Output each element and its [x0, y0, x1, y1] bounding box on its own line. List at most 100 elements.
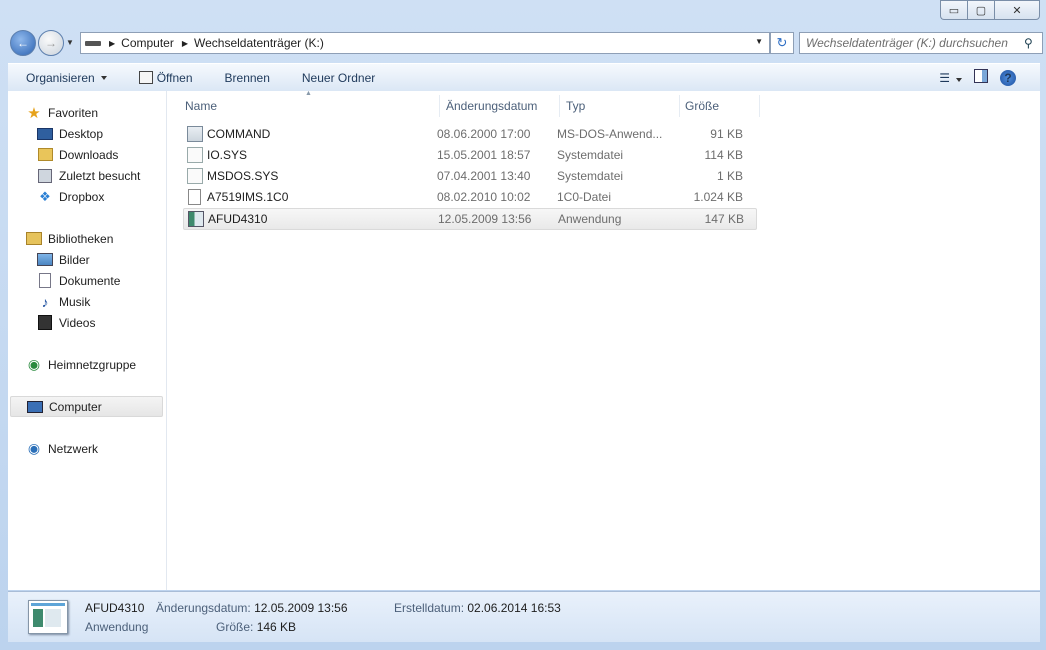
app-icon — [188, 211, 204, 227]
file-row-selected[interactable]: AFUD4310 12.05.2009 13:56 Anwendung 147 … — [183, 208, 757, 230]
minimize-button[interactable]: ▭ — [940, 0, 967, 20]
arrow-right-icon: → — [45, 36, 57, 50]
details-created: Erstelldatum: 02.06.2014 16:53 — [394, 601, 561, 615]
nav-label: Bibliotheken — [48, 231, 114, 246]
star-icon: ★ — [27, 104, 41, 122]
details-file-name: AFUD4310 — [85, 601, 145, 615]
close-button[interactable]: ✕ — [994, 0, 1040, 20]
computer-icon — [27, 399, 43, 415]
address-bar[interactable]: ▶ Computer ▶ Wechseldatenträger (K:) ▼ — [80, 32, 770, 54]
downloads-icon — [37, 147, 53, 163]
nav-homegroup[interactable]: ◉ Heimnetzgruppe — [26, 354, 136, 375]
file-name: IO.SYS — [207, 148, 248, 162]
search-input[interactable] — [800, 35, 1024, 51]
recent-pages-dropdown[interactable]: ▼ — [66, 38, 74, 47]
pictures-icon — [37, 252, 53, 268]
nav-label: Videos — [59, 315, 96, 330]
nav-label: Bilder — [59, 252, 90, 267]
chevron-right-icon[interactable]: ▶ — [109, 39, 115, 48]
nav-documents[interactable]: Dokumente — [37, 270, 120, 291]
nav-libraries[interactable]: Bibliotheken — [26, 228, 113, 249]
refresh-icon: ↻ — [776, 35, 788, 50]
open-label: Öffnen — [156, 70, 193, 85]
maximize-button[interactable]: ▢ — [967, 0, 994, 20]
nav-computer[interactable]: Computer — [10, 396, 163, 417]
details-modified-value: 12.05.2009 13:56 — [254, 601, 348, 615]
command-bar: Organisieren Öffnen Brennen Neuer Ordner… — [8, 63, 1040, 92]
nav-recent[interactable]: Zuletzt besucht — [37, 165, 140, 186]
file-name: A7519IMS.1C0 — [207, 190, 289, 204]
column-header-type[interactable]: Typ — [566, 95, 680, 117]
file-row[interactable]: IO.SYS 15.05.2001 18:57 Systemdatei 114 … — [183, 145, 755, 165]
column-header-name[interactable]: Name ▲ — [185, 90, 440, 117]
nav-downloads[interactable]: Downloads — [37, 144, 118, 165]
view-options-button[interactable]: ☰ — [939, 71, 962, 85]
file-date: 15.05.2001 18:57 — [437, 148, 531, 162]
preview-pane-button[interactable] — [974, 69, 988, 86]
recent-places-icon — [37, 168, 53, 184]
minimize-icon: ▭ — [948, 4, 960, 17]
navigation-pane: ★ Favoriten Desktop Downloads Zuletzt be… — [8, 91, 167, 590]
help-label: ? — [1004, 70, 1012, 85]
file-list: Name ▲ Änderungsdatum Typ Größe COMMAND … — [167, 90, 1040, 590]
documents-icon — [37, 273, 53, 289]
file-size: 1.024 KB — [693, 190, 743, 204]
file-size: 91 KB — [710, 127, 743, 141]
address-row: ← → ▼ ▶ Computer ▶ Wechseldatenträger (K… — [8, 30, 1043, 56]
details-size-label: Größe: — [216, 620, 254, 634]
view-list-icon: ☰ — [939, 70, 950, 85]
organize-label: Organisieren — [26, 70, 95, 85]
network-icon: ◉ — [27, 440, 41, 456]
organize-button[interactable]: Organisieren — [8, 71, 121, 85]
burn-label: Brennen — [224, 70, 270, 85]
file-size: 1 KB — [716, 169, 743, 183]
homegroup-icon: ◉ — [27, 356, 41, 372]
search-box[interactable]: ⚲ — [799, 32, 1043, 54]
column-header-date[interactable]: Änderungsdatum — [446, 95, 560, 117]
column-label: Typ — [566, 99, 586, 113]
help-button[interactable]: ? — [1000, 69, 1028, 86]
details-size-value: 146 KB — [256, 620, 297, 634]
toolbar-right: ☰ ? — [939, 64, 1040, 91]
forward-button[interactable]: → — [38, 30, 64, 56]
new-folder-button[interactable]: Neuer Ordner — [284, 71, 389, 85]
address-dropdown-icon[interactable]: ▼ — [755, 37, 763, 46]
breadcrumb: ▶ Computer ▶ Wechseldatenträger (K:) — [107, 36, 324, 50]
search-icon[interactable]: ⚲ — [1024, 36, 1042, 50]
column-label: Name — [185, 99, 218, 113]
file-date: 12.05.2009 13:56 — [438, 212, 532, 226]
file-date: 08.06.2000 17:00 — [437, 127, 531, 141]
sort-ascending-icon: ▲ — [305, 90, 312, 97]
open-button[interactable]: Öffnen — [121, 71, 207, 85]
help-icon: ? — [1000, 69, 1016, 86]
column-header-size[interactable]: Größe — [685, 95, 760, 117]
back-button[interactable]: ← — [10, 30, 36, 56]
new-folder-label: Neuer Ordner — [301, 70, 376, 85]
file-row[interactable]: MSDOS.SYS 07.04.2001 13:40 Systemdatei 1… — [183, 166, 755, 186]
nav-label: Zuletzt besucht — [59, 168, 141, 183]
breadcrumb-computer[interactable]: Computer — [121, 36, 174, 50]
nav-network[interactable]: ◉ Netzwerk — [26, 438, 98, 459]
drive-icon — [85, 40, 101, 46]
nav-favorites[interactable]: ★ Favoriten — [26, 102, 98, 123]
nav-videos[interactable]: Videos — [37, 312, 95, 333]
nav-dropbox[interactable]: ❖ Dropbox — [37, 186, 104, 207]
nav-pictures[interactable]: Bilder — [37, 249, 90, 270]
file-row[interactable]: COMMAND 08.06.2000 17:00 MS-DOS-Anwend..… — [183, 124, 755, 144]
details-pane: AFUD4310 Anwendung Änderungsdatum: 12.05… — [8, 591, 1040, 642]
refresh-button[interactable]: ↻ — [770, 32, 794, 54]
preview-pane-icon — [974, 69, 988, 83]
arrow-left-icon: ← — [17, 36, 29, 50]
breadcrumb-drive[interactable]: Wechseldatenträger (K:) — [194, 36, 324, 50]
file-row[interactable]: A7519IMS.1C0 08.02.2010 10:02 1C0-Datei … — [183, 187, 755, 207]
chevron-right-icon[interactable]: ▶ — [182, 39, 188, 48]
nav-music[interactable]: ♪ Musik — [37, 291, 91, 312]
maximize-icon: ▢ — [975, 4, 987, 17]
window-controls: ▭ ▢ ✕ — [940, 0, 1040, 20]
app-icon — [187, 126, 203, 142]
nav-desktop[interactable]: Desktop — [37, 123, 103, 144]
videos-icon — [37, 315, 53, 331]
burn-button[interactable]: Brennen — [207, 71, 284, 85]
nav-label: Computer — [49, 399, 102, 414]
close-icon: ✕ — [1012, 4, 1022, 17]
